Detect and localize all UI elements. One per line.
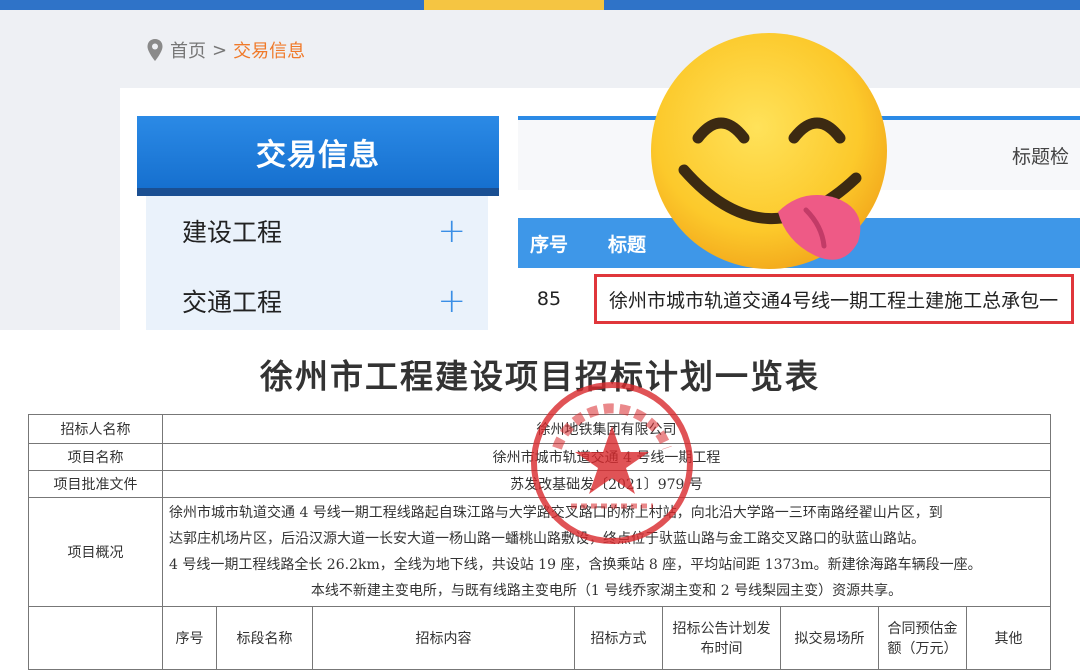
column-header: 序号 — [162, 606, 217, 670]
table-row: 项目名称 徐州市城市轨道交通 4 号线一期工程 — [28, 443, 1051, 471]
breadcrumb: 首页 > 交易信息 — [146, 36, 305, 64]
column-header-title: 标题 — [608, 233, 647, 256]
row-value: 徐州市城市轨道交通 4 号线一期工程 — [162, 443, 1051, 471]
overview-line: 徐州市城市轨道交通 4 号线一期工程线路起自珠江路与大学路交叉路口的桥上村站，向… — [169, 505, 943, 521]
sidebar-heading: 交易信息 — [137, 116, 499, 196]
row-value: 徐州地铁集团有限公司 — [162, 414, 1051, 444]
table-row: 85 徐州市城市轨道交通4号线一期工程土建施工总承包一 — [518, 268, 1080, 330]
plus-icon[interactable]: + — [438, 284, 467, 318]
row-label: 项目概况 — [28, 497, 163, 607]
column-header: 其他 — [966, 606, 1051, 670]
face-savoring-food-emoji — [651, 33, 887, 269]
breadcrumb-home[interactable]: 首页 — [170, 37, 206, 63]
breadcrumb-current: 交易信息 — [233, 41, 306, 62]
table-row: 项目批准文件 苏发改基础发〔2021〕979 号 — [28, 470, 1051, 498]
sidebar-item-transport[interactable]: 交通工程 + — [146, 266, 488, 330]
overview-line: 4 号线一期工程线路全长 26.2km，全线为地下线，共设站 19 座，含换乘站… — [169, 557, 982, 573]
overview-line: 达郭庄机场片区，后沿汉源大道一长安大道一杨山路一蟠桃山路敷设，终点位于驮蓝山路与… — [169, 531, 925, 547]
row-label: 招标人名称 — [28, 414, 163, 444]
sidebar-item-label: 建设工程 — [182, 218, 283, 247]
overview-line: 本线不新建主变电所，与既有线路主变电所（1 号线乔家湖主变和 2 号线梨园主变）… — [310, 583, 903, 599]
column-header: 标段名称 — [216, 606, 313, 670]
plus-icon[interactable]: + — [438, 214, 467, 248]
bidding-plan-table: 招标人名称 徐州地铁集团有限公司 项目名称 徐州市城市轨道交通 4 号线一期工程… — [28, 414, 1051, 670]
location-pin-icon — [147, 39, 163, 61]
row-label: 项目名称 — [28, 443, 163, 471]
empty-cell — [28, 606, 163, 670]
column-header: 合同预估金额（万元） — [878, 606, 967, 670]
table-row: 招标人名称 徐州地铁集团有限公司 — [28, 414, 1051, 444]
row-title-link[interactable]: 徐州市城市轨道交通4号线一期工程土建施工总承包一 — [594, 274, 1074, 324]
column-header: 拟交易场所 — [780, 606, 879, 670]
plan-header-row: 序号 标段名称 招标内容 招标方式 招标公告计划发布时间 拟交易场所 合同预估金… — [28, 606, 1051, 670]
project-overview: 徐州市城市轨道交通 4 号线一期工程线路起自珠江路与大学路交叉路口的桥上村站，向… — [162, 497, 1051, 607]
breadcrumb-separator: > — [212, 39, 228, 61]
column-header: 招标方式 — [574, 606, 663, 670]
sidebar-menu: 建设工程 + 交通工程 + — [146, 196, 488, 330]
row-number: 85 — [536, 288, 562, 310]
column-header: 招标内容 — [312, 606, 575, 670]
column-header-no: 序号 — [530, 233, 569, 256]
table-row: 项目概况 徐州市城市轨道交通 4 号线一期工程线路起自珠江路与大学路交叉路口的桥… — [28, 497, 1051, 607]
row-value: 苏发改基础发〔2021〕979 号 — [162, 470, 1051, 498]
document-title: 徐州市工程建设项目招标计划一览表 — [260, 357, 820, 396]
website-screenshot: 首页 > 交易信息 交易信息 建设工程 + 交通工程 + 标题检 序号 标题 8… — [0, 0, 1080, 330]
top-nav-active-tab[interactable] — [424, 0, 604, 10]
sidebar-item-label: 交通工程 — [182, 288, 283, 317]
sidebar-item-construction[interactable]: 建设工程 + — [146, 196, 488, 266]
column-header: 招标公告计划发布时间 — [662, 606, 781, 670]
title-search-label: 标题检 — [1012, 146, 1070, 168]
row-label: 项目批准文件 — [28, 470, 163, 498]
